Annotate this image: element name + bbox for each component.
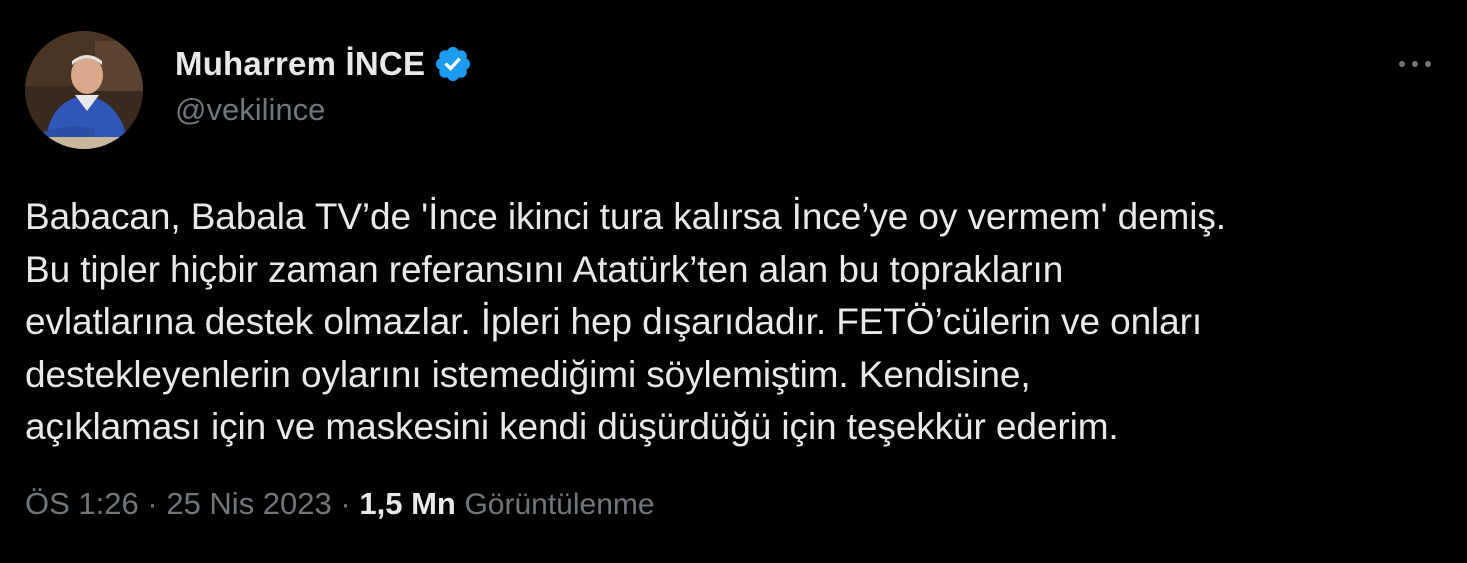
views-label[interactable]: Görüntülenme — [464, 488, 654, 522]
author-name-row[interactable]: Muharrem İNCE — [175, 42, 473, 86]
profile-photo-icon — [25, 31, 143, 149]
meta-separator: · — [340, 486, 351, 521]
tweet-metadata: ÖS 1:26 · 25 Nis 2023 · 1,5 Mn Görüntüle… — [25, 486, 655, 522]
tweet-time[interactable]: ÖS 1:26 — [25, 486, 139, 522]
meta-separator: · — [147, 486, 158, 521]
views-count[interactable]: 1,5 Mn — [359, 486, 455, 522]
avatar[interactable] — [25, 31, 143, 149]
author-handle[interactable]: @vekilince — [175, 92, 325, 128]
tweet-text: Babacan, Babala TV’de 'İnce ikinci tura … — [25, 196, 1226, 447]
verified-badge-icon[interactable] — [433, 44, 473, 84]
tweet-date[interactable]: 25 Nis 2023 — [166, 486, 331, 522]
author-display-name[interactable]: Muharrem İNCE — [175, 45, 425, 83]
more-options-button[interactable] — [1393, 46, 1437, 82]
more-options-icon — [1399, 61, 1431, 67]
tweet-card: Muharrem İNCE @vekilince Babacan, Babala… — [0, 0, 1467, 563]
